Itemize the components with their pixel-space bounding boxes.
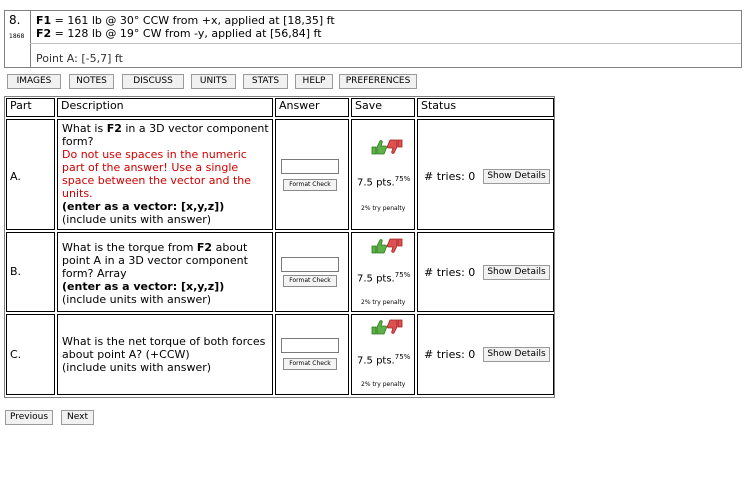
header-save: Save xyxy=(351,98,415,117)
points-value: 7.5 pts. xyxy=(357,273,395,285)
format-hint: (enter as a vector: [x,y,z]) xyxy=(62,200,225,213)
question-text: What is xyxy=(62,122,107,135)
points-value: 7.5 pts. xyxy=(357,355,395,367)
part-label: B. xyxy=(10,265,22,278)
points-value: 7.5 pts. xyxy=(357,177,395,189)
answer-input-a[interactable] xyxy=(281,159,339,174)
save-cell-c: 7.5 pts.75% 2% try penalty xyxy=(351,314,415,395)
points: 7.5 pts.75% xyxy=(357,271,410,284)
problem-number: 8. xyxy=(9,13,21,27)
format-check-button-b[interactable]: Format Check xyxy=(283,275,337,287)
points: 7.5 pts.75% xyxy=(357,175,410,188)
warning-text: Do not use spaces in the numeric part of… xyxy=(62,148,252,200)
help-button[interactable]: HELP xyxy=(295,74,333,89)
notes-button[interactable]: NOTES xyxy=(69,74,114,89)
question-text: What is the net torque of both forces ab… xyxy=(62,335,266,361)
divider xyxy=(30,11,31,67)
discuss-button[interactable]: DISCUSS xyxy=(122,74,184,89)
part-label: A. xyxy=(10,170,21,183)
answer-cell-c: Format Check xyxy=(275,314,349,395)
save-cell-b: 7.5 pts.75% 2% try penalty xyxy=(351,232,415,312)
force2-line: F2 = 128 lb @ 19° CW from -y, applied at… xyxy=(36,27,322,40)
units-button[interactable]: UNITS xyxy=(191,74,236,89)
status-cell-a: # tries: 0 Show Details xyxy=(417,119,554,230)
header-description: Description xyxy=(57,98,273,117)
try-penalty: 2% try penalty xyxy=(361,299,406,306)
show-details-button-b[interactable]: Show Details xyxy=(483,265,550,280)
preferences-button[interactable]: PREFERENCES xyxy=(339,74,417,89)
force1-label: F1 xyxy=(36,14,52,27)
save-cell-a: 7.5 pts.75% 2% try penalty xyxy=(351,119,415,230)
try-penalty: 2% try penalty xyxy=(361,205,406,212)
point-a: Point A: [-5,7] ft xyxy=(36,52,123,65)
force2-label: F2 xyxy=(36,27,52,40)
stats-button[interactable]: STATS xyxy=(243,74,288,89)
header-answer: Answer xyxy=(275,98,349,117)
thumbs-vote-icon[interactable] xyxy=(370,138,404,156)
answer-cell-b: Format Check xyxy=(275,232,349,312)
part-label-a: A. xyxy=(6,119,55,230)
status-cell-b: # tries: 0 Show Details xyxy=(417,232,554,312)
try-penalty: 2% try penalty xyxy=(361,381,406,388)
question-bold: F2 xyxy=(106,122,122,135)
points-percent: 75% xyxy=(394,175,411,183)
description-b: What is the torque from F2 about point A… xyxy=(57,232,273,312)
points-percent: 75% xyxy=(394,271,411,279)
question-text: What is the torque from xyxy=(62,241,197,254)
tries-count: # tries: 0 xyxy=(424,170,476,183)
units-hint: (include units with answer) xyxy=(62,213,212,226)
answer-input-b[interactable] xyxy=(281,257,339,272)
header-status: Status xyxy=(417,98,554,117)
points: 7.5 pts.75% xyxy=(357,353,410,366)
problem-statement: 8. 1868 F1 = 161 lb @ 30° CCW from +x, a… xyxy=(4,10,742,68)
points-percent: 75% xyxy=(394,353,411,361)
format-hint: (enter as a vector: [x,y,z]) xyxy=(62,280,225,293)
thumbs-vote-icon[interactable] xyxy=(370,318,404,336)
format-check-button-c[interactable]: Format Check xyxy=(283,358,337,370)
format-check-button-a[interactable]: Format Check xyxy=(283,179,337,191)
part-label-b: B. xyxy=(6,232,55,312)
force1-text: = 161 lb @ 30° CCW from +x, applied at [… xyxy=(51,14,335,27)
header-part: Part xyxy=(6,98,55,117)
force2-text: = 128 lb @ 19° CW from -y, applied at [5… xyxy=(51,27,322,40)
show-details-button-a[interactable]: Show Details xyxy=(483,169,550,184)
description-c: What is the net torque of both forces ab… xyxy=(57,314,273,395)
units-hint: (include units with answer) xyxy=(62,293,212,306)
part-label-c: C. xyxy=(6,314,55,395)
question-table: Part Description Answer Save Status A. W… xyxy=(4,96,555,398)
status-cell-c: # tries: 0 Show Details xyxy=(417,314,554,395)
description-a: What is F2 in a 3D vector component form… xyxy=(57,119,273,230)
next-button[interactable]: Next xyxy=(61,410,94,425)
problem-id: 1868 xyxy=(9,33,25,40)
thumbs-vote-icon[interactable] xyxy=(370,237,404,255)
tries-count: # tries: 0 xyxy=(424,348,476,361)
images-button[interactable]: IMAGES xyxy=(7,74,61,89)
previous-button[interactable]: Previous xyxy=(5,410,53,425)
force1-line: F1 = 161 lb @ 30° CCW from +x, applied a… xyxy=(36,14,335,27)
answer-cell-a: Format Check xyxy=(275,119,349,230)
show-details-button-c[interactable]: Show Details xyxy=(483,347,550,362)
units-hint: (include units with answer) xyxy=(62,361,212,374)
question-bold: F2 xyxy=(196,241,213,254)
divider xyxy=(30,43,741,44)
answer-input-c[interactable] xyxy=(281,338,339,353)
part-label: C. xyxy=(10,348,22,361)
tries-count: # tries: 0 xyxy=(424,266,476,279)
